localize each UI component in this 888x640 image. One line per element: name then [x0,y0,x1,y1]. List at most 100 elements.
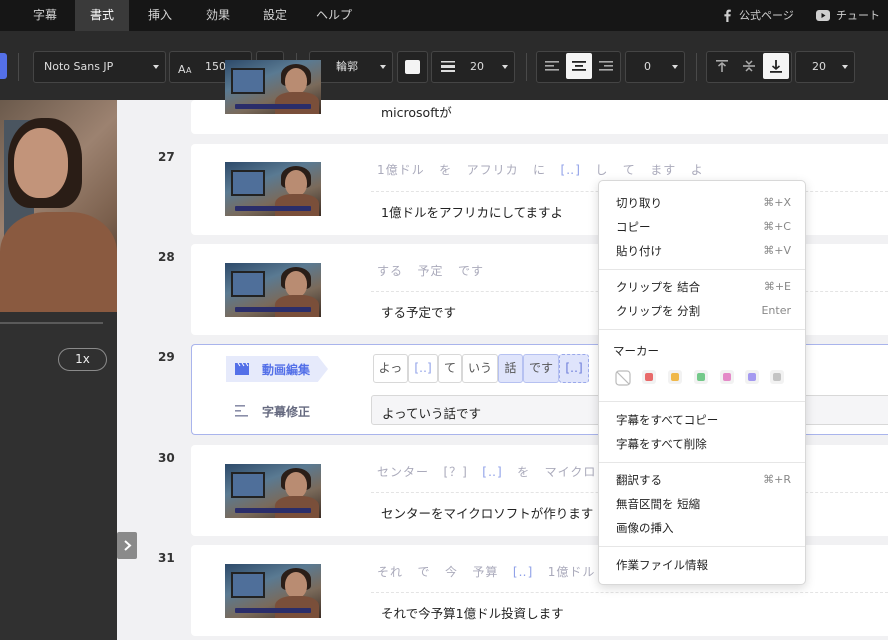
word-token[interactable]: センター [377,465,429,479]
menu-help[interactable]: ヘルプ [316,0,352,31]
menu-item-shorten-silence[interactable]: 無音区間を 短縮 [616,495,791,513]
word-chip[interactable]: よっ [373,354,408,383]
word-token[interactable]: を [517,465,530,479]
word-token[interactable]: に [533,163,546,177]
word-token[interactable]: それ [377,565,403,579]
subtitle-text[interactable]: microsoftが [381,102,452,121]
word-token[interactable]: で [417,565,430,579]
marker-yellow-button[interactable] [668,370,682,384]
word-token[interactable]: を [439,163,452,177]
shortcut-label: ⌘+X [763,196,791,209]
position-top-button[interactable] [709,53,735,79]
menu-item-split-clip[interactable]: クリップを 分割 Enter [616,302,791,320]
row-number: 27 [158,150,175,164]
word-chip-selected[interactable]: 話 [498,354,523,383]
menu-item-copy[interactable]: コピー ⌘+C [616,218,791,236]
menu-effects[interactable]: 効果 [206,0,230,31]
word-token[interactable]: 予算 [472,565,498,579]
marker-none-button[interactable] [615,370,631,386]
clip-thumbnail[interactable] [225,60,321,114]
silence-chip-selected[interactable]: [‥] [559,354,589,383]
menu-item-cut[interactable]: 切り取り ⌘+X [616,194,791,212]
marker-red-button[interactable] [642,370,656,384]
word-token[interactable]: 1億ドル [548,565,596,579]
shortcut-label: Enter [761,304,791,317]
word-chip-selected[interactable]: です [523,354,559,383]
word-tokens[interactable]: 1億ドル を アフリカ に [‥] し て ます よ [377,161,704,178]
font-family-select[interactable]: Noto Sans JP [33,51,166,83]
menu-item-merge-clip[interactable]: クリップを 結合 ⌘+E [616,278,791,296]
menu-item-copy-all[interactable]: 字幕をすべてコピー [616,411,791,429]
chevron-down-icon [502,65,508,69]
silence-token[interactable]: [‥] [513,565,533,579]
word-token[interactable]: し [595,163,608,177]
clip-thumbnail[interactable] [225,564,321,618]
menu-insert[interactable]: 挿入 [148,0,172,31]
menu-subtitle[interactable]: 字幕 [33,0,57,31]
menu-item-label: クリップを 結合 [616,280,701,294]
word-chip[interactable]: て [438,354,462,383]
word-tokens[interactable]: それ で 今 予算 [‥] 1億ドル 投 [377,563,623,580]
marker-purple-button[interactable] [745,370,759,384]
outline-style-select[interactable]: 輪郭 [309,51,393,83]
word-token[interactable]: する [377,264,403,278]
playback-speed-button[interactable]: 1x [58,348,107,371]
vertical-offset-select[interactable]: 20 [795,51,855,83]
subtitle-text[interactable]: 1億ドルをアフリカにしてますよ [381,202,563,221]
word-token[interactable]: 予定 [417,264,443,278]
menu-settings[interactable]: 設定 [263,0,287,31]
clip-thumbnail[interactable] [225,263,321,317]
subtitle-row[interactable]: microsoftが [191,60,888,134]
menu-item-label: クリップを 分割 [616,304,701,318]
video-preview[interactable] [0,100,117,312]
menu-divider [599,462,805,463]
align-right-button[interactable] [593,53,619,79]
menu-item-translate[interactable]: 翻訳する ⌘+R [616,471,791,489]
line-width-select[interactable]: 20 [431,51,515,83]
word-token[interactable]: アフリカ [467,163,519,177]
marker-pink-button[interactable] [720,370,734,384]
clip-thumbnail[interactable] [225,464,321,518]
playback-progress-track[interactable] [0,322,103,324]
marker-gray-button[interactable] [770,370,784,384]
menu-format[interactable]: 書式 [75,0,129,31]
position-middle-button[interactable] [736,53,762,79]
collapse-panel-button[interactable] [117,532,137,559]
silence-token[interactable]: [‥] [482,465,502,479]
word-tokens[interactable]: する 予定 です [377,262,484,279]
word-token[interactable]: 1億ドル [377,163,425,177]
clip-thumbnail[interactable] [225,162,321,216]
word-token[interactable]: ます [650,163,676,177]
subtitle-text[interactable]: する予定です [381,302,456,321]
spacing-select[interactable]: 0 [625,51,685,83]
red-swatch [645,373,653,381]
subtitle-text[interactable]: それで今予算1億ドル投資します [381,603,564,622]
align-center-button[interactable] [566,53,592,79]
context-menu: 切り取り ⌘+X コピー ⌘+C 貼り付け ⌘+V クリップを 結合 ⌘+E ク… [598,180,806,585]
menu-item-insert-image[interactable]: 画像の挿入 [616,519,791,537]
menu-item-delete-all[interactable]: 字幕をすべて削除 [616,435,791,453]
tutorial-link[interactable]: チュートリ [816,0,888,53]
menu-item-file-info[interactable]: 作業ファイル情報 [616,556,791,574]
toolbar-accent-button[interactable] [0,53,7,79]
silence-token[interactable]: [‥] [561,163,581,177]
outline-color-button[interactable] [397,51,428,83]
position-bottom-button[interactable] [763,53,789,79]
word-token[interactable]: て [623,163,636,177]
word-token[interactable]: よ [691,163,704,177]
align-left-button[interactable] [539,53,565,79]
menu-item-paste[interactable]: 貼り付け ⌘+V [616,242,791,260]
tab-subtitle-edit[interactable]: 字幕修正 [226,398,328,424]
official-page-link[interactable]: 公式ページ [722,0,802,31]
word-token[interactable]: マイクロ [545,465,597,479]
subtitle-text[interactable]: センターをマイクロソフトが作ります [381,503,593,522]
silence-chip[interactable]: [‥] [408,354,438,383]
word-token[interactable]: 今 [445,565,458,579]
word-chip[interactable]: いう [462,354,498,383]
marker-green-button[interactable] [694,370,708,384]
word-tokens[interactable]: センター [？] [‥] を マイクロ ソ [377,463,624,480]
word-token[interactable]: です [458,264,484,278]
tab-video-edit[interactable]: 動画編集 [226,356,328,382]
word-token[interactable]: [？] [443,465,467,479]
chevron-down-icon [672,65,678,69]
